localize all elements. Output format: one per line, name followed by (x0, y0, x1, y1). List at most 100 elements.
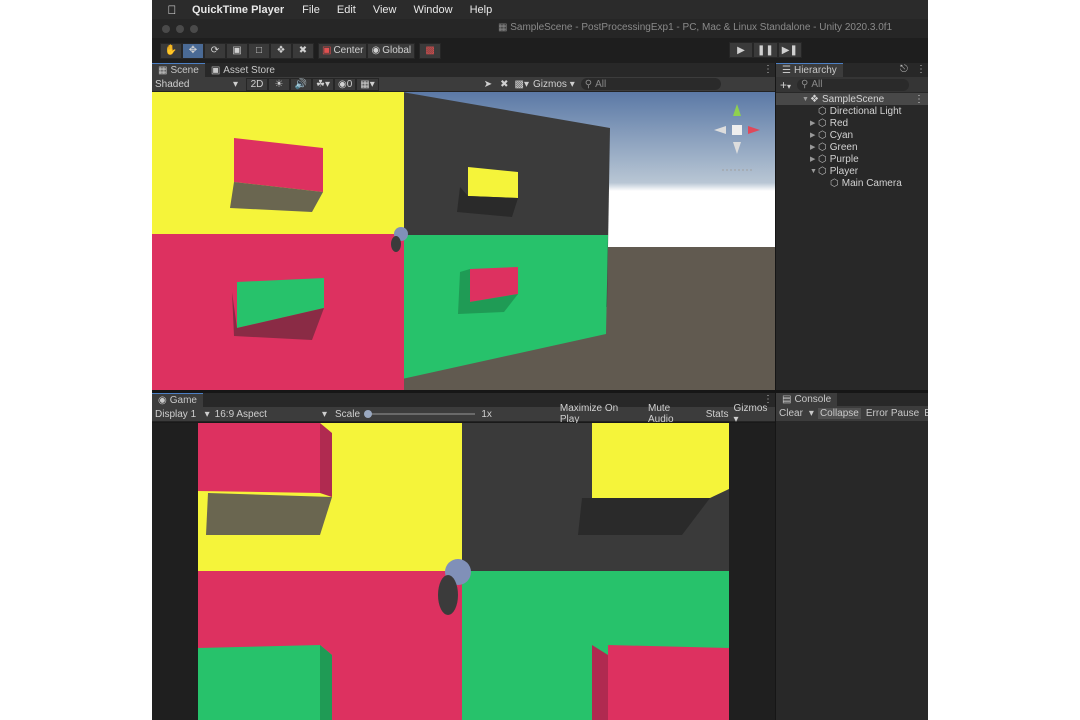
effects-toggle-icon[interactable]: ☘▾ (312, 77, 334, 91)
gizmo-center-cube[interactable] (732, 125, 742, 135)
menu-edit[interactable]: Edit (337, 4, 356, 16)
scene-kebab-icon[interactable]: ⋮ (914, 94, 924, 105)
audio-toggle-icon[interactable]: 🔊 (290, 77, 312, 91)
zoom-window-button[interactable] (190, 24, 198, 33)
step-icon[interactable]: ▶❚ (777, 42, 802, 58)
hierarchy-search-input[interactable]: ⚲ All (797, 78, 910, 91)
hierarchy-item[interactable]: ▶ ⬡ Cyan (776, 129, 928, 141)
menubar-app-name[interactable]: QuickTime Player (192, 4, 284, 16)
menu-view[interactable]: View (373, 4, 397, 16)
collapse-button[interactable]: Collapse (817, 408, 861, 419)
expand-arrow-icon[interactable]: ▶ (810, 119, 818, 127)
hierarchy-item[interactable]: ▶ ⬡ Red (776, 117, 928, 129)
unity-scene-icon: ❖ (810, 93, 819, 105)
stats-button[interactable]: Stats (706, 409, 729, 420)
menu-window[interactable]: Window (413, 4, 452, 16)
scene-render (152, 92, 775, 390)
scene-kebab-icon[interactable]: ⋮ (763, 64, 773, 75)
pivot-toggles: ▣ Center ◉ Global (318, 42, 416, 59)
move-tool-icon[interactable]: ✥ (182, 42, 204, 59)
scene-toolbar: Shaded ▾ 2D ☀ 🔊 ☘▾ ◉ 0 ▦▾ ➤ ✖ ▩▾ Gizmos ▾ … (152, 77, 775, 92)
hierarchy-item[interactable]: ⬡ Directional Light (776, 105, 928, 117)
play-icon[interactable]: ▶ (729, 42, 753, 58)
console-toolbar: Clear ▾ Collapse Error Pause E (776, 406, 928, 421)
tab-asset-store[interactable]: ▣ Asset Store (205, 63, 281, 77)
play-controls: ▶ ❚❚ ▶❚ (729, 42, 802, 58)
aspect-dropdown[interactable]: 16:9 Aspect ▾ (210, 409, 327, 420)
game-viewport[interactable] (152, 423, 775, 720)
scene-search-placeholder: All (595, 78, 607, 90)
apple-icon[interactable]:  (152, 3, 192, 17)
game-green-block-side (320, 645, 332, 720)
maximize-on-play-button[interactable]: Maximize On Play (560, 403, 640, 425)
aspect-label: 16:9 Aspect (214, 408, 267, 420)
tab-console[interactable]: ▤ Console (776, 392, 838, 406)
error-pause-button[interactable]: Error Pause (866, 408, 919, 419)
menu-file[interactable]: File (302, 4, 320, 16)
macos-menubar:  QuickTime Player File Edit View Window… (152, 0, 928, 19)
gizmos-dropdown[interactable]: Gizmos ▾ (533, 79, 575, 90)
game-toolbar: Display 1 ▾ 16:9 Aspect ▾ Scale 1x Maximiz… (152, 403, 775, 425)
tools-icon[interactable]: ✖ (500, 79, 508, 90)
game-red-block-side (320, 423, 332, 497)
hierarchy-item-label: Green (829, 141, 858, 153)
pivot-center-button[interactable]: ▣ Center (318, 42, 368, 59)
camera-settings-icon[interactable]: ▩▾ (515, 79, 529, 90)
snap-settings-icon[interactable]: ▩ (419, 42, 442, 59)
custom-tool-icon[interactable]: ✖ (292, 42, 314, 59)
menu-help[interactable]: Help (470, 4, 493, 16)
gameobject-cube-icon: ⬡ (818, 153, 827, 165)
shading-mode-dropdown[interactable]: Shaded ▾ (152, 79, 242, 90)
tab-scene[interactable]: ▦ Scene (152, 63, 205, 77)
chevron-down-icon[interactable]: ▾ (809, 408, 814, 419)
scale-tool-icon[interactable]: ▣ (226, 42, 248, 59)
expand-arrow-icon[interactable]: ▼ (802, 96, 810, 103)
hierarchy-item[interactable]: ▼ ⬡ Player (776, 165, 928, 177)
scale-slider-handle[interactable] (364, 410, 372, 418)
rect-tool-icon[interactable]: □ (248, 42, 270, 59)
minimize-window-button[interactable] (176, 24, 184, 33)
display-dropdown[interactable]: Display 1 ▾ (152, 409, 210, 420)
scale-slider[interactable] (364, 410, 476, 418)
scene-viewport[interactable] (152, 92, 775, 390)
panel-divider-horizontal[interactable] (152, 390, 928, 393)
grid-toggle-icon[interactable]: ▦▾ (356, 77, 379, 91)
scene-search-input[interactable]: ⚲ All (580, 78, 721, 90)
expand-arrow-icon[interactable]: ▶ (810, 155, 818, 163)
add-object-button[interactable]: +▾ (780, 78, 791, 92)
mute-audio-button[interactable]: Mute Audio (648, 403, 698, 425)
hierarchy-kebab-icon[interactable]: ⋮ (916, 64, 926, 75)
expand-arrow-icon[interactable]: ▶ (810, 131, 818, 139)
hierarchy-scene-root[interactable]: ▼ ❖ SampleScene ⋮ (776, 93, 928, 105)
transform-tool-icon[interactable]: ❖ (270, 42, 292, 59)
tab-scene-label: Scene (170, 65, 199, 76)
hierarchy-item-label: Directional Light (829, 105, 902, 117)
display-label: Display 1 (155, 408, 197, 420)
editor-dropdown[interactable]: E (924, 408, 928, 419)
close-window-button[interactable] (162, 24, 170, 33)
pause-icon[interactable]: ❚❚ (753, 42, 778, 58)
lighting-toggle-icon[interactable]: ☀ (268, 77, 290, 91)
expand-arrow-icon[interactable]: ▼ (810, 168, 818, 175)
game-gizmos-dropdown[interactable]: Gizmos ▾ (734, 403, 775, 425)
toggle-2d-button[interactable]: 2D (246, 77, 268, 91)
tab-hierarchy[interactable]: ☰ Hierarchy (776, 63, 843, 77)
expand-arrow-icon[interactable]: ▶ (810, 143, 818, 151)
scene-tab-icon: ▦ (158, 65, 168, 76)
hidden-objects-icon[interactable]: ◉ 0 (334, 77, 357, 91)
rotate-tool-icon[interactable]: ⟳ (204, 42, 226, 59)
space-global-button[interactable]: ◉ Global (367, 42, 416, 59)
lock-icon[interactable]: ⎋ (900, 64, 908, 75)
tab-console-label: Console (794, 394, 832, 405)
tab-asset-store-label: Asset Store (223, 64, 275, 76)
game-yellow-block (592, 423, 729, 498)
tab-game[interactable]: ◉ Game (152, 393, 203, 407)
shading-mode-label: Shaded (155, 78, 190, 90)
hierarchy-item[interactable]: ▶ ⬡ Green (776, 141, 928, 153)
gameobject-cube-icon: ⬡ (818, 129, 827, 141)
hand-tool-icon[interactable]: ✋ (160, 42, 182, 59)
hierarchy-item-label: Main Camera (841, 177, 902, 189)
hierarchy-item[interactable]: ▶ ⬡ Purple (776, 153, 928, 165)
clear-button[interactable]: Clear (779, 408, 803, 419)
hierarchy-item[interactable]: ⬡ Main Camera (776, 177, 928, 189)
